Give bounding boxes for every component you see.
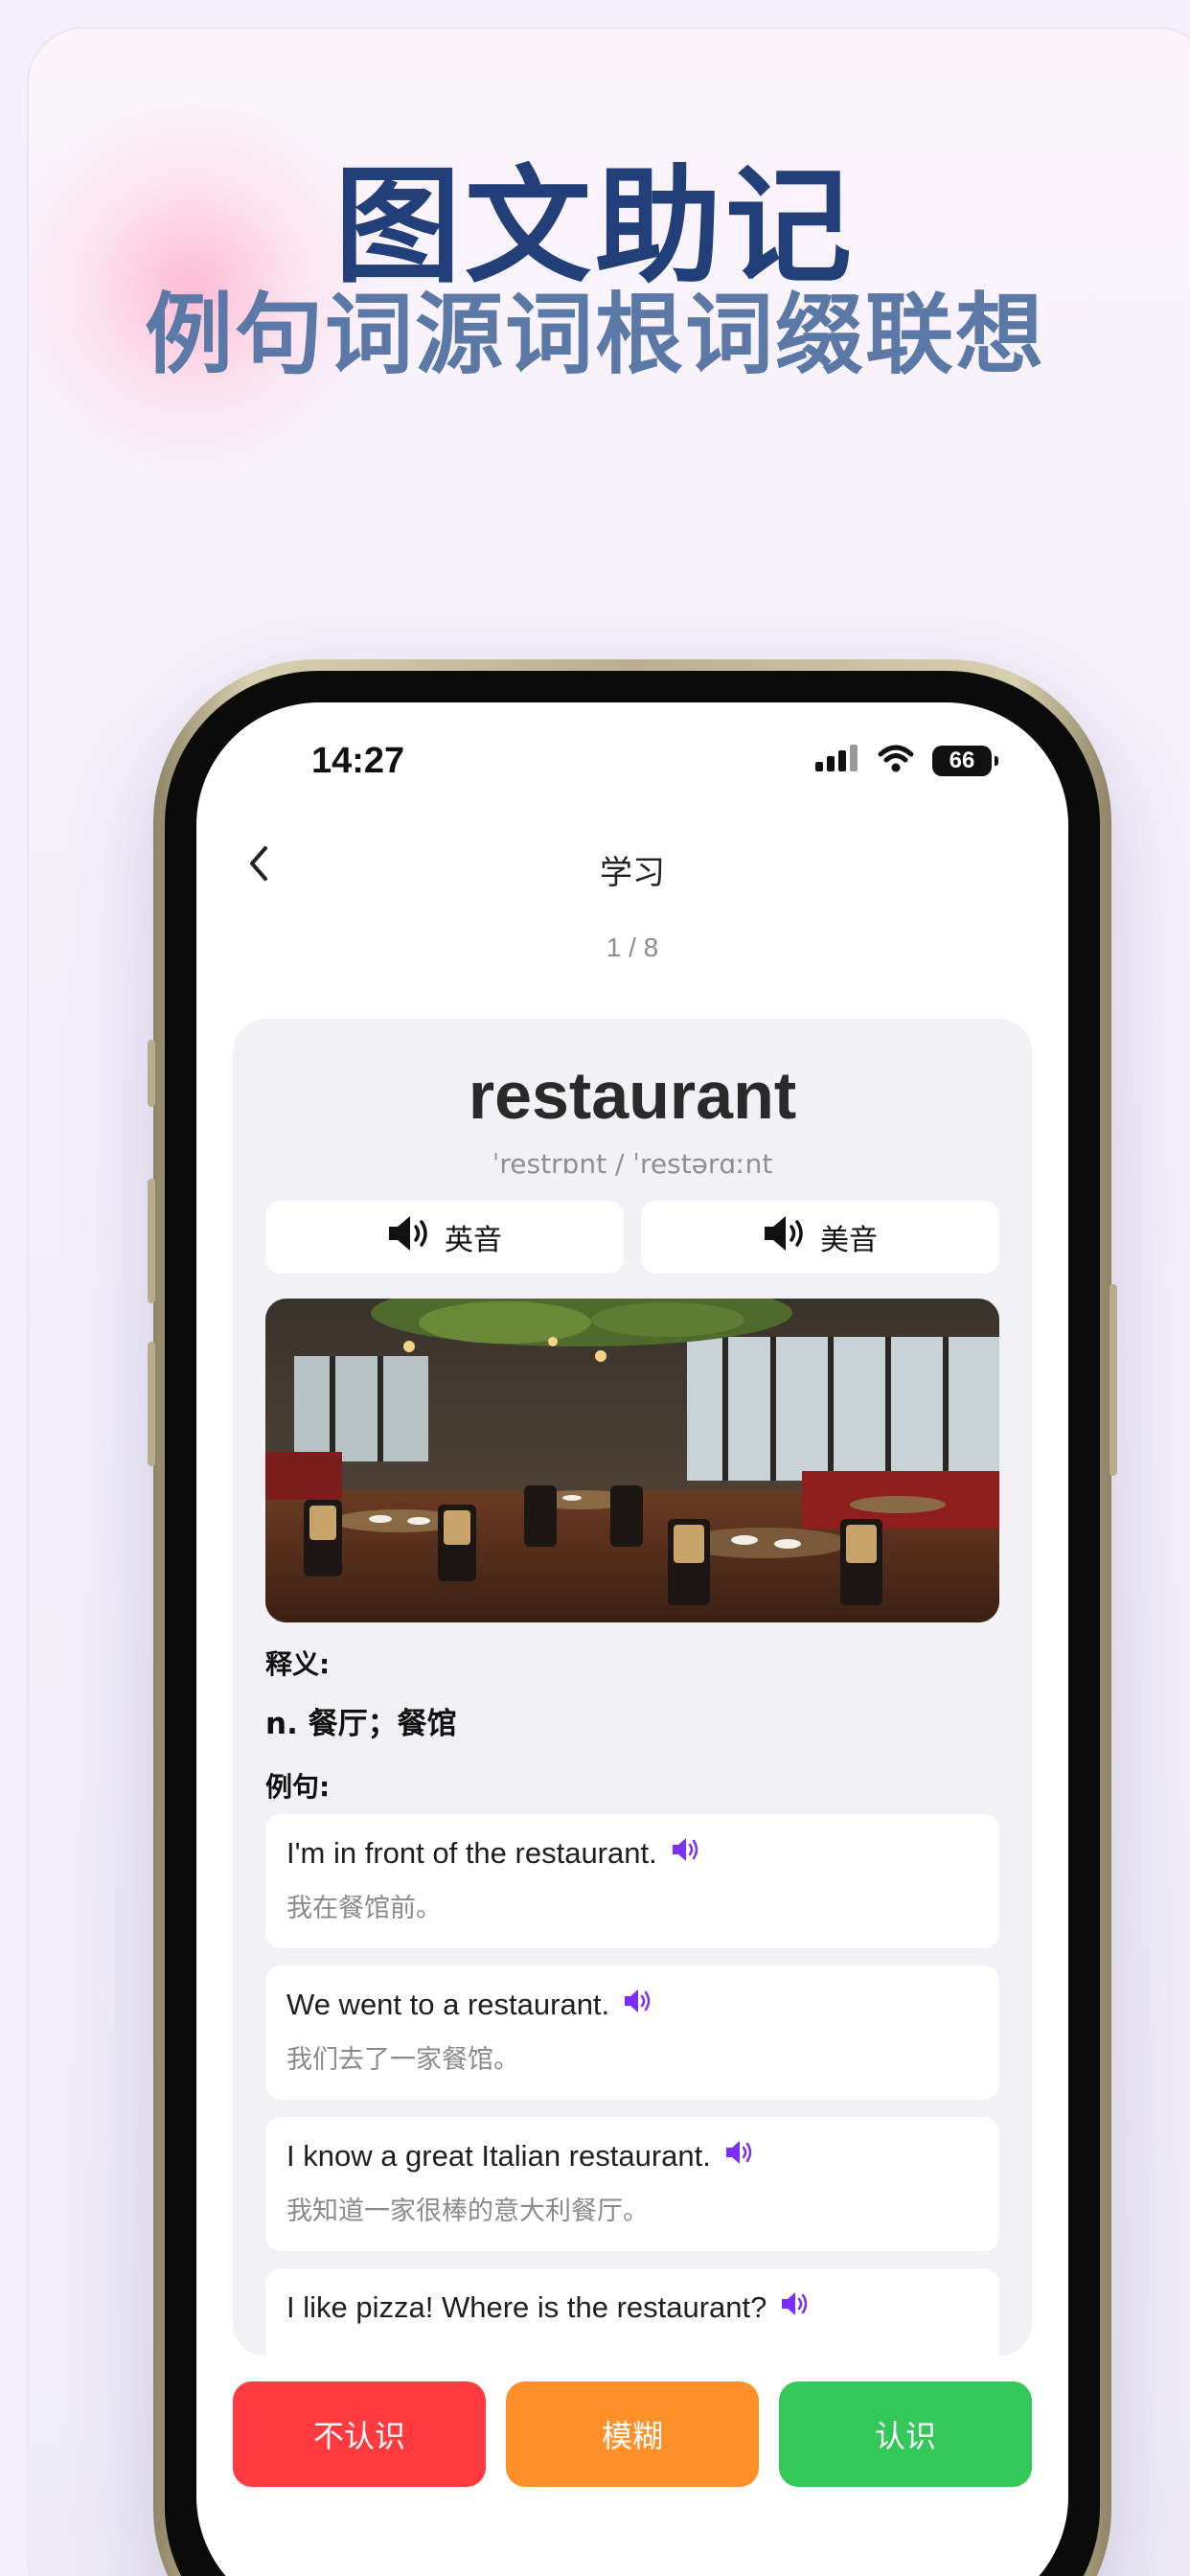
example-item: I'm in front of the restaurant. 我在餐馆前。: [265, 1814, 999, 1948]
phone-side-button: [148, 1040, 155, 1107]
speaker-icon[interactable]: [780, 2289, 811, 2326]
promo-subline: 例句词源词根词缀联想: [144, 284, 1045, 386]
example-translation: 我们去了一家餐馆。: [286, 2045, 519, 2075]
example-sentence: I'm in front of the restaurant.: [286, 1836, 657, 1870]
example-item: I like pizza! Where is the restaurant?: [265, 2268, 999, 2356]
example-sentence: I know a great Italian restaurant.: [286, 2139, 711, 2173]
us-pronunciation-label: 美音: [820, 1224, 878, 1257]
phone-power-button: [1110, 1284, 1117, 1476]
phone-screen: 14:27 66 学习 1 / 8 restaurant ˈrestrɒnt /…: [196, 702, 1068, 2576]
phone-volume-up-button: [148, 1179, 155, 1303]
examples-label: 例句:: [265, 1771, 331, 1803]
speaker-icon[interactable]: [724, 2138, 755, 2174]
example-item: We went to a restaurant. 我们去了一家餐馆。: [265, 1966, 999, 2100]
know-button[interactable]: 认识: [779, 2381, 1032, 2487]
us-pronunciation-button[interactable]: 美音: [641, 1201, 999, 1274]
word-illustration-image: [265, 1299, 999, 1622]
status-icons: 66: [815, 745, 998, 777]
word-meaning: n. 餐厅；餐馆: [265, 1707, 457, 1741]
speaker-icon: [763, 1214, 807, 1260]
wifi-icon: [877, 745, 915, 777]
uk-pronunciation-button[interactable]: 英音: [265, 1201, 624, 1274]
dont-know-button[interactable]: 不认识: [233, 2381, 486, 2487]
word-card: restaurant ˈrestrɒnt / ˈrestərɑːnt 英音 美音…: [233, 1019, 1032, 2356]
vague-button[interactable]: 模糊: [506, 2381, 759, 2487]
example-sentence: I like pizza! Where is the restaurant?: [286, 2290, 767, 2324]
word-title: restaurant: [468, 1058, 797, 1133]
word-phonetic: ˈrestrɒnt / ˈrestərɑːnt: [492, 1148, 773, 1180]
battery-icon: 66: [932, 746, 998, 776]
progress-counter: 1 / 8: [606, 932, 659, 962]
page-title: 学习: [600, 854, 665, 892]
example-item: I know a great Italian restaurant. 我知道一家…: [265, 2117, 999, 2251]
speaker-icon[interactable]: [671, 1835, 701, 1872]
example-translation: 我知道一家很棒的意大利餐厅。: [286, 2196, 649, 2226]
speaker-icon[interactable]: [623, 1987, 653, 2023]
example-translation: 我在餐馆前。: [286, 1894, 442, 1923]
example-sentence: We went to a restaurant.: [286, 1988, 610, 2021]
phone-volume-down-button: [148, 1342, 155, 1466]
uk-pronunciation-label: 英音: [445, 1224, 502, 1257]
status-time: 14:27: [311, 741, 405, 781]
signal-icon: [815, 745, 859, 777]
speaker-icon: [387, 1214, 431, 1260]
meaning-label: 释义:: [265, 1648, 331, 1680]
